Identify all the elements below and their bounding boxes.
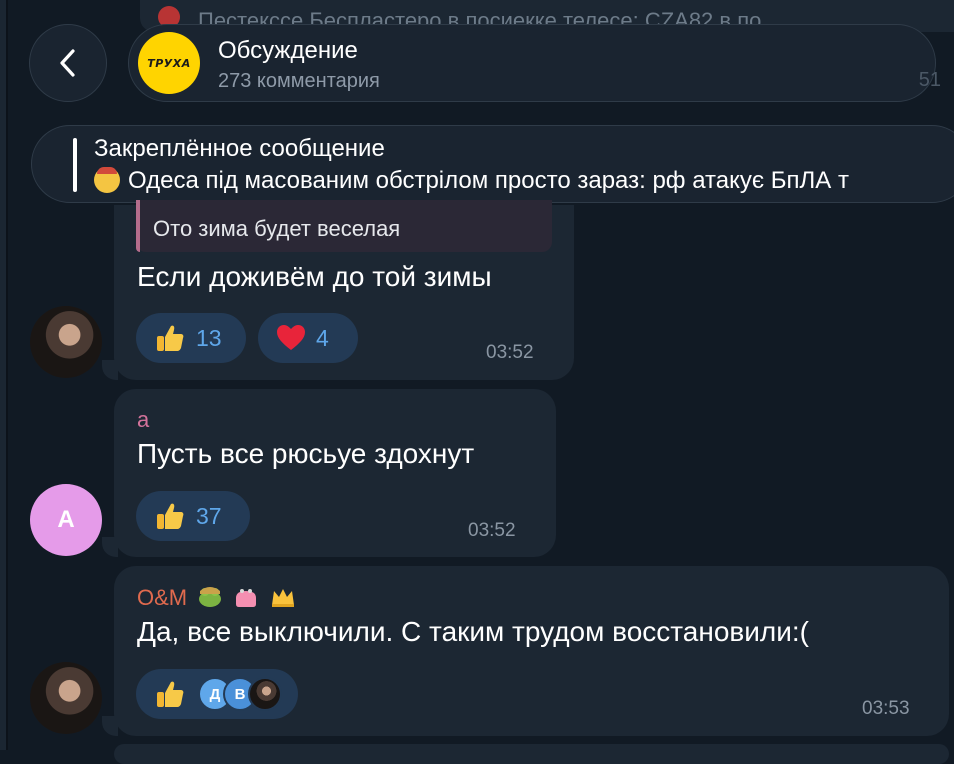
heart-icon — [277, 325, 305, 350]
purse-emoji-icon — [236, 589, 257, 607]
reply-quote[interactable]: Ото зима будет веселая — [136, 200, 552, 252]
thumbs-up-icon — [157, 503, 184, 529]
reaction-heart[interactable]: 4 — [258, 313, 358, 363]
message-author-row: O&M — [137, 585, 296, 611]
reactor-avatar-photo — [248, 677, 282, 711]
reactor-initial: В — [234, 685, 246, 703]
message-time: 03:52 — [468, 520, 516, 541]
reaction-thumbs-up[interactable]: 13 — [136, 313, 246, 363]
frog-emoji-icon — [199, 587, 222, 607]
logo-text: ТРУХА — [147, 56, 191, 70]
reply-quote-text: Ото зима будет веселая — [153, 216, 401, 241]
avatar[interactable] — [30, 306, 102, 378]
thumbs-up-icon — [157, 681, 184, 707]
channel-logo[interactable]: ТРУХА — [138, 32, 200, 94]
message-text: Да, все выключили. С таким трудом восста… — [137, 616, 809, 647]
bubble-tail — [102, 716, 118, 736]
reaction-thumbs-up[interactable]: 37 — [136, 491, 250, 541]
reactor-initial: Д — [209, 685, 221, 703]
next-message-bubble[interactable] — [114, 744, 949, 764]
message-author[interactable]: а — [137, 407, 149, 433]
message-text: Пусть все рюсьуе здохнут — [137, 438, 475, 469]
reaction-count: 13 — [196, 324, 222, 351]
message-author[interactable]: O&M — [137, 585, 187, 610]
reply-quote-bar — [136, 200, 140, 252]
pinned-message-bar[interactable]: Закреплённое сообщение Одеса під масован… — [31, 125, 954, 203]
background-fragment: 51 — [918, 69, 941, 91]
message-time: 03:52 — [486, 342, 534, 363]
avatar[interactable]: A — [30, 484, 102, 556]
pinned-text: Одеса під масованим обстрілом просто зар… — [128, 167, 849, 194]
bubble-tail — [102, 360, 118, 380]
crown-emoji-icon — [271, 589, 294, 607]
comment-count: 273 комментария — [218, 70, 380, 92]
left-edge-divider — [6, 0, 8, 750]
back-button[interactable] — [29, 24, 107, 102]
discussion-header[interactable]: ТРУХА Обсуждение 273 комментария 51 — [128, 24, 941, 102]
bubble-tail — [102, 537, 118, 557]
thumbs-up-icon — [157, 325, 184, 351]
avatar[interactable] — [30, 662, 102, 734]
avatar-initial: A — [57, 506, 75, 533]
chevron-left-icon — [60, 49, 75, 77]
message-time: 03:53 — [862, 698, 910, 719]
header-title: Обсуждение — [218, 37, 358, 64]
pinned-indicator — [73, 138, 77, 192]
exploding-head-emoji-icon — [94, 167, 120, 193]
pinned-title: Закреплённое сообщение — [94, 135, 385, 162]
reaction-count: 37 — [196, 502, 222, 529]
pinned-text-row: Одеса під масованим обстрілом просто зар… — [94, 167, 849, 195]
reaction-count: 4 — [316, 324, 329, 351]
message-text: Если доживём до той зимы — [137, 261, 492, 292]
